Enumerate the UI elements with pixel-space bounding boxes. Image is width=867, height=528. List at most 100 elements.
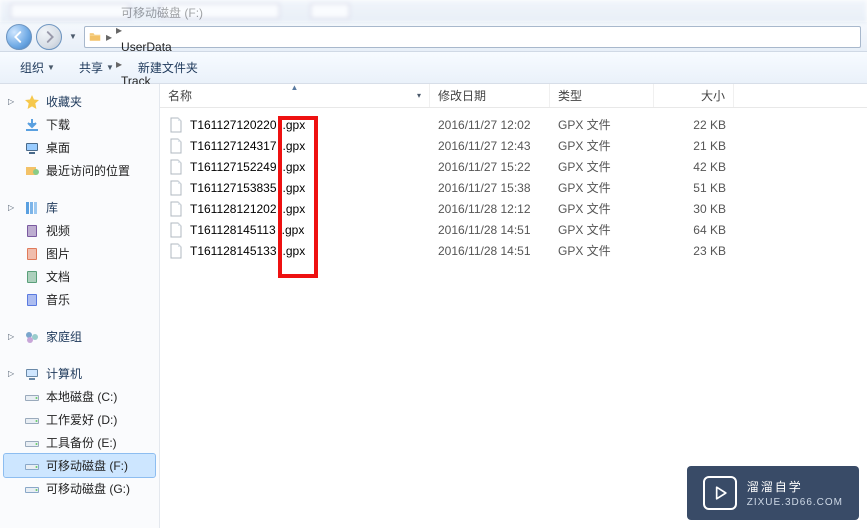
file-icon (168, 201, 184, 217)
drive-icon (24, 140, 40, 156)
drive-icon (24, 117, 40, 133)
sidebar-head-libraries[interactable]: ▷ 库 (4, 196, 155, 219)
file-size: 22 KB (654, 118, 734, 132)
sidebar-item[interactable]: 视频 (4, 219, 155, 242)
sidebar-item[interactable]: 文档 (4, 265, 155, 288)
file-ext: .gpx (283, 202, 306, 216)
file-name: T161127124317 (190, 139, 277, 153)
file-type: GPX 文件 (550, 137, 654, 154)
window-titlebar (0, 0, 867, 22)
drive-icon (24, 481, 40, 497)
file-type: GPX 文件 (550, 200, 654, 217)
sidebar-item-label: 视频 (46, 222, 70, 239)
file-name: T161127120220 (190, 118, 277, 132)
drive-icon (24, 458, 40, 474)
sidebar-item-label: 可移动磁盘 (F:) (46, 457, 128, 474)
file-date: 2016/11/27 12:43 (430, 139, 550, 153)
file-row[interactable]: T161128145133.gpx 2016/11/28 14:51 GPX 文… (160, 240, 867, 261)
folder-icon (87, 29, 103, 45)
sidebar-item[interactable]: 本地磁盘 (C:) (4, 385, 155, 408)
sort-asc-icon: ▲ (291, 83, 299, 92)
drive-icon (24, 412, 40, 428)
sidebar-group-homegroup: ▷ 家庭组 (4, 325, 155, 348)
file-icon (168, 180, 184, 196)
file-icon (168, 243, 184, 259)
nav-back-button[interactable] (6, 24, 32, 50)
drive-icon (24, 246, 40, 262)
sidebar-head-favorites[interactable]: ▷ 收藏夹 (4, 90, 155, 113)
sidebar-label: 收藏夹 (46, 93, 82, 110)
nav-history-dropdown[interactable]: ▼ (66, 32, 80, 41)
sidebar-item-label: 下载 (46, 116, 70, 133)
drive-icon (24, 163, 40, 179)
sidebar-head-computer[interactable]: ▷ 计算机 (4, 362, 155, 385)
file-date: 2016/11/27 12:02 (430, 118, 550, 132)
breadcrumb: ▸ 计算机▸可移动磁盘 (F:)▸UserData▸Track▸ (84, 26, 861, 48)
sidebar-item-label: 文档 (46, 268, 70, 285)
drive-icon (24, 389, 40, 405)
file-row[interactable]: T161127120220 .gpx 2016/11/27 12:02 GPX 文… (160, 114, 867, 135)
sidebar-item-label: 最近访问的位置 (46, 162, 130, 179)
file-size: 64 KB (654, 223, 734, 237)
sidebar-item[interactable]: 桌面 (4, 136, 155, 159)
file-name: T161128145133 (190, 244, 277, 258)
watermark-title: 溜溜自学 (747, 480, 803, 494)
file-name: T161128121202 (190, 202, 277, 216)
file-type: GPX 文件 (550, 242, 654, 259)
sidebar-item[interactable]: 工具备份 (E:) (4, 431, 155, 454)
sidebar-item-label: 工作爱好 (D:) (46, 411, 117, 428)
file-icon (168, 117, 184, 133)
col-date[interactable]: 修改日期 (430, 84, 550, 107)
file-row[interactable]: T161127152249.gpx 2016/11/27 15:22 GPX 文… (160, 156, 867, 177)
organize-button[interactable]: 组织▼ (10, 55, 65, 80)
sidebar-item[interactable]: 工作爱好 (D:) (4, 408, 155, 431)
sidebar-item[interactable]: 可移动磁盘 (F:) (4, 454, 155, 477)
share-button[interactable]: 共享▼ (69, 55, 124, 80)
col-type[interactable]: 类型 (550, 84, 654, 107)
sidebar-label: 家庭组 (46, 328, 82, 345)
new-folder-button[interactable]: 新建文件夹 (128, 55, 208, 80)
sidebar-item[interactable]: 可移动磁盘 (G:) (4, 477, 155, 500)
file-size: 51 KB (654, 181, 734, 195)
star-icon (24, 94, 40, 110)
file-name: T161128145113 (190, 223, 276, 237)
sidebar-head-homegroup[interactable]: ▷ 家庭组 (4, 325, 155, 348)
file-row[interactable]: T161128121202 .gpx 2016/11/28 12:12 GPX 文… (160, 198, 867, 219)
breadcrumb-segment[interactable]: UserData (115, 37, 209, 57)
file-name: T161127153835 (190, 181, 277, 195)
sidebar-item[interactable]: 音乐 (4, 288, 155, 311)
watermark: 溜溜自学 ZIXUE.3D66.COM (687, 466, 859, 520)
col-size[interactable]: 大小 (654, 84, 734, 107)
address-bar-row: ▼ ▸ 计算机▸可移动磁盘 (F:)▸UserData▸Track▸ (0, 22, 867, 52)
sidebar-item-label: 图片 (46, 245, 70, 262)
file-type: GPX 文件 (550, 116, 654, 133)
file-date: 2016/11/27 15:38 (430, 181, 550, 195)
file-type: GPX 文件 (550, 158, 654, 175)
chevron-right-icon: ▸ (115, 23, 123, 37)
nav-forward-button[interactable] (36, 24, 62, 50)
drive-icon (24, 269, 40, 285)
file-size: 21 KB (654, 139, 734, 153)
watermark-logo-icon (703, 476, 737, 510)
homegroup-icon (24, 329, 40, 345)
file-date: 2016/11/28 14:51 (430, 223, 550, 237)
file-row[interactable]: T161127153835.gpx 2016/11/27 15:38 GPX 文… (160, 177, 867, 198)
sidebar-item[interactable]: 最近访问的位置 (4, 159, 155, 182)
file-row[interactable]: T161128145113.gpx 2016/11/28 14:51 GPX 文… (160, 219, 867, 240)
file-type: GPX 文件 (550, 221, 654, 238)
file-ext: .gpx (283, 118, 306, 132)
sidebar-group-libraries: ▷ 库 视频图片文档音乐 (4, 196, 155, 311)
computer-icon (24, 366, 40, 382)
sidebar-item[interactable]: 下载 (4, 113, 155, 136)
file-type: GPX 文件 (550, 179, 654, 196)
sidebar-item[interactable]: 图片 (4, 242, 155, 265)
file-icon (168, 222, 184, 238)
col-name[interactable]: 名称▲▾ (160, 84, 430, 107)
file-row[interactable]: T161127124317.gpx 2016/11/27 12:43 GPX 文… (160, 135, 867, 156)
sidebar-item-label: 可移动磁盘 (G:) (46, 480, 130, 497)
sidebar-item-label: 桌面 (46, 139, 70, 156)
column-headers: 名称▲▾ 修改日期 类型 大小 (160, 84, 867, 108)
file-name: T161127152249 (190, 160, 277, 174)
file-date: 2016/11/28 12:12 (430, 202, 550, 216)
sidebar-label: 计算机 (46, 365, 82, 382)
